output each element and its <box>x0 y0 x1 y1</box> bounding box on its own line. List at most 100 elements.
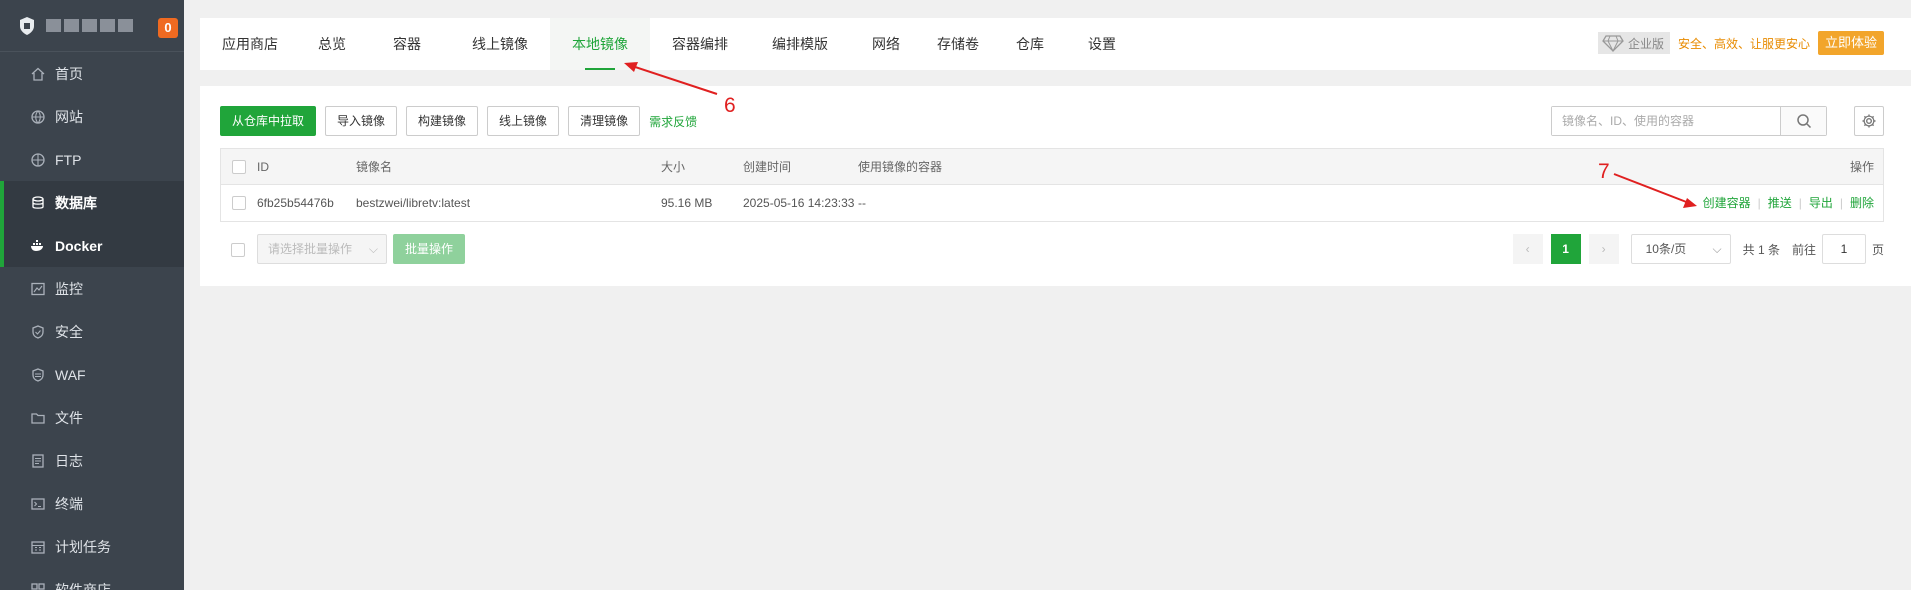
prev-page-button[interactable]: ‹ <box>1512 234 1543 264</box>
pull-from-registry-button[interactable]: 从仓库中拉取 <box>220 106 317 136</box>
tab-online-images[interactable]: 线上镜像 <box>450 18 550 70</box>
import-image-button[interactable]: 导入镜像 <box>325 106 398 136</box>
gear-icon <box>1862 114 1876 128</box>
table-header: ID 镜像名 大小 创建时间 使用镜像的容器 操作 <box>221 149 1883 185</box>
footer-select-all-checkbox[interactable] <box>231 243 245 257</box>
pagination: ‹ 1 › 10条/页 ⌵ 共 1 条 前往 页 <box>1512 234 1884 264</box>
export-link[interactable]: 导出 <box>1809 185 1833 221</box>
build-image-button[interactable]: 构建镜像 <box>406 106 479 136</box>
sidebar-item-database[interactable]: 数据库 <box>0 181 184 224</box>
delete-link[interactable]: 删除 <box>1850 185 1874 221</box>
page-size-value: 10条/页 <box>1645 242 1687 256</box>
docker-icon <box>30 238 45 253</box>
sidebar-item-label: 终端 <box>55 495 83 512</box>
image-search <box>1551 106 1827 136</box>
sidebar-item-label: 安全 <box>55 323 83 340</box>
table-footer: 请选择批量操作 ⌵ 批量操作 ‹ 1 › 10条/页 ⌵ 共 1 条 前往 页 <box>220 234 1884 266</box>
ftp-icon <box>30 152 45 167</box>
sidebar-item-label: Docker <box>55 237 103 254</box>
tab-containers[interactable]: 容器 <box>364 18 450 70</box>
row-actions: 创建容器 | 推送 | 导出 | 删除 <box>1703 185 1874 221</box>
server-name <box>46 19 133 32</box>
tab-local-images[interactable]: 本地镜像 <box>550 18 650 70</box>
column-header-size[interactable]: 大小 <box>661 149 685 185</box>
divider: | <box>1839 196 1843 210</box>
sidebar-item-label: 首页 <box>55 65 83 82</box>
batch-action-select[interactable]: 请选择批量操作 ⌵ <box>257 234 387 264</box>
sidebar-item-cron[interactable]: 计划任务 <box>0 525 184 568</box>
store-icon <box>30 582 45 590</box>
tab-app-store[interactable]: 应用商店 <box>200 18 300 70</box>
sidebar-menu: 首页 网站 FTP 数据库 Docker 监控 安全 WAF 文件 日志 终端 … <box>0 52 184 590</box>
sidebar-item-website[interactable]: 网站 <box>0 95 184 138</box>
column-header-name[interactable]: 镜像名 <box>356 149 392 185</box>
tab-volumes[interactable]: 存储卷 <box>922 18 994 70</box>
image-size: 95.16 MB <box>661 196 713 210</box>
sidebar-item-docker[interactable]: Docker <box>0 224 184 267</box>
page-size-select[interactable]: 10条/页 ⌵ <box>1630 234 1731 264</box>
tab-registry[interactable]: 仓库 <box>994 18 1066 70</box>
image-name: bestzwei/libretv:latest <box>356 196 471 210</box>
total-count: 共 1 条 <box>1742 242 1780 257</box>
sidebar-item-label: 监控 <box>55 280 83 297</box>
column-header-actions: 操作 <box>1849 160 1874 174</box>
sidebar-item-label: 数据库 <box>55 194 97 211</box>
tab-overview[interactable]: 总览 <box>300 18 364 70</box>
images-table: ID 镜像名 大小 创建时间 使用镜像的容器 操作 6fb25b54476b b… <box>220 148 1884 222</box>
chevron-down-icon: ⌵ <box>1712 242 1722 256</box>
goto-label: 前往 <box>1791 242 1816 257</box>
logo-shield-icon <box>20 16 34 35</box>
sidebar-item-terminal[interactable]: 终端 <box>0 482 184 525</box>
search-button[interactable] <box>1780 107 1826 135</box>
next-page-button[interactable]: › <box>1588 234 1619 264</box>
page-number[interactable]: 1 <box>1550 234 1581 264</box>
column-header-containers: 使用镜像的容器 <box>858 160 943 174</box>
push-link[interactable]: 推送 <box>1768 185 1792 221</box>
feedback-link[interactable]: 需求反馈 <box>649 113 697 130</box>
column-header-created[interactable]: 创建时间 <box>743 149 791 185</box>
sidebar-item-security[interactable]: 安全 <box>0 310 184 353</box>
try-now-button[interactable]: 立即体验 <box>1817 31 1884 55</box>
tab-network[interactable]: 网络 <box>850 18 922 70</box>
tab-settings[interactable]: 设置 <box>1066 18 1138 70</box>
image-containers: -- <box>858 196 866 210</box>
online-image-button[interactable]: 线上镜像 <box>487 106 560 136</box>
sidebar-item-label: 日志 <box>55 452 83 469</box>
sidebar-item-logs[interactable]: 日志 <box>0 439 184 482</box>
sidebar-item-ftp[interactable]: FTP <box>0 138 184 181</box>
sidebar-item-monitor[interactable]: 监控 <box>0 267 184 310</box>
shield-icon <box>30 324 45 339</box>
image-search-input[interactable] <box>1552 107 1780 135</box>
batch-action-placeholder: 请选择批量操作 <box>268 242 353 256</box>
goto-page-input[interactable] <box>1821 234 1866 264</box>
chevron-down-icon: ⌵ <box>368 242 378 256</box>
image-id: 6fb25b54476b <box>257 196 334 210</box>
tab-compose-templates[interactable]: 编排模版 <box>750 18 850 70</box>
sidebar-item-store[interactable]: 软件商店 <box>0 568 184 590</box>
select-all-checkbox[interactable] <box>232 160 246 174</box>
main-content: 应用商店 总览 容器 线上镜像 本地镜像 容器编排 编排模版 网络 存储卷 仓库… <box>184 0 1911 590</box>
sidebar-header: 0 <box>0 0 184 52</box>
sidebar-item-files[interactable]: 文件 <box>0 396 184 439</box>
sidebar-item-label: WAF <box>55 366 86 383</box>
notification-badge[interactable]: 0 <box>158 18 178 38</box>
log-icon <box>30 453 45 468</box>
tab-compose[interactable]: 容器编排 <box>650 18 750 70</box>
clean-images-button[interactable]: 清理镜像 <box>568 106 641 136</box>
table-row: 6fb25b54476b bestzwei/libretv:latest 95.… <box>221 185 1883 221</box>
sidebar-item-label: 文件 <box>55 409 83 426</box>
column-settings-button[interactable] <box>1854 106 1884 136</box>
column-header-id[interactable]: ID <box>257 149 269 185</box>
sidebar-item-home[interactable]: 首页 <box>0 52 184 95</box>
row-checkbox[interactable] <box>232 196 246 210</box>
monitor-icon <box>30 281 45 296</box>
sidebar-item-waf[interactable]: WAF <box>0 353 184 396</box>
enterprise-badge-label: 企业版 <box>1627 36 1664 51</box>
sidebar-item-label: 计划任务 <box>55 538 111 555</box>
annotation-step-6: 6 <box>724 94 736 117</box>
images-panel: 从仓库中拉取 导入镜像 构建镜像 线上镜像 清理镜像 需求反馈 ID 镜像名 大… <box>200 86 1911 286</box>
sidebar-item-label: FTP <box>55 151 82 168</box>
home-icon <box>30 66 45 81</box>
create-container-link[interactable]: 创建容器 <box>1703 185 1751 221</box>
batch-action-button[interactable]: 批量操作 <box>393 234 466 264</box>
